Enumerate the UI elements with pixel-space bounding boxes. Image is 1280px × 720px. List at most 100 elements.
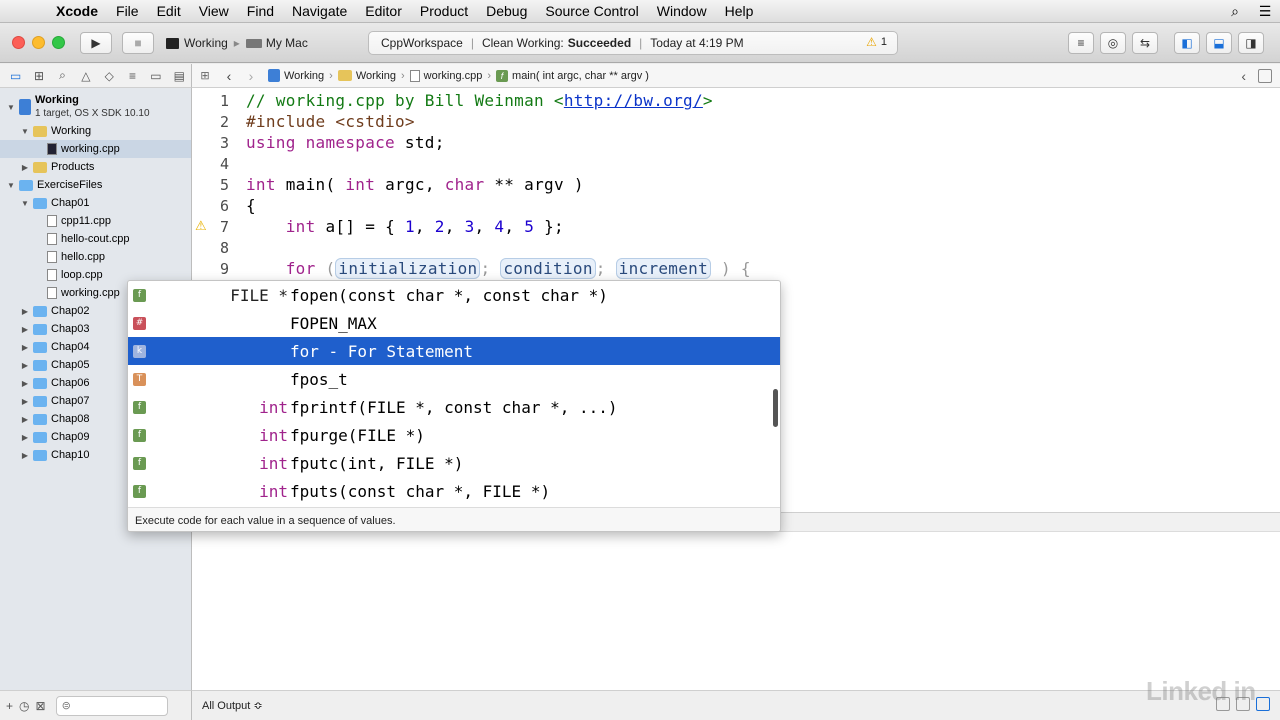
- spotlight-search-icon[interactable]: ⌕: [1220, 3, 1250, 20]
- completion-name: fprintf(FILE *, const char *, ...): [290, 397, 618, 417]
- forward-arrow-icon[interactable]: ›: [240, 68, 262, 84]
- debug-navigator-icon[interactable]: ≡: [121, 69, 144, 83]
- completion-item-fprintf[interactable]: f int fprintf(FILE *, const char *, ...): [128, 393, 780, 421]
- disclosure-open-icon[interactable]: ▼: [20, 199, 30, 208]
- completion-scrollbar[interactable]: [773, 389, 778, 427]
- completion-return-type: int: [259, 453, 288, 473]
- menu-view[interactable]: View: [190, 3, 238, 19]
- warning-icon: ⚠: [866, 35, 877, 49]
- output-selector[interactable]: All Output ≎: [202, 699, 263, 712]
- code-keyword: using namespace: [246, 133, 395, 152]
- jumpbar-group[interactable]: Working: [337, 70, 396, 82]
- version-editor-button[interactable]: ⇆: [1132, 32, 1158, 54]
- zoom-window-button[interactable]: [52, 36, 65, 49]
- related-items-icon[interactable]: ⊞: [192, 69, 218, 82]
- minimize-window-button[interactable]: [32, 36, 45, 49]
- completion-item-fputs[interactable]: f int fputs(const char *, FILE *): [128, 477, 780, 505]
- back-arrow-icon[interactable]: ‹: [218, 68, 240, 84]
- completion-item-fpos-t[interactable]: T fpos_t: [128, 365, 780, 393]
- toggle-utilities-button[interactable]: ◨: [1238, 32, 1264, 54]
- completion-return-type: int: [259, 397, 288, 417]
- code-url-link[interactable]: http://bw.org/: [564, 91, 703, 110]
- menu-edit[interactable]: Edit: [148, 3, 190, 19]
- completion-item-fputc[interactable]: f int fputc(int, FILE *): [128, 449, 780, 477]
- report-navigator-icon[interactable]: ▤: [168, 69, 191, 83]
- menu-app-name[interactable]: Xcode: [42, 3, 107, 19]
- disclosure-closed-icon[interactable]: ▶: [20, 433, 30, 442]
- disclosure-closed-icon[interactable]: ▶: [20, 163, 30, 172]
- tree-item-hello[interactable]: hello.cpp: [0, 248, 191, 266]
- cpp-file-icon: [47, 143, 57, 155]
- menu-editor[interactable]: Editor: [356, 3, 411, 19]
- symbol-navigator-icon[interactable]: ⊞: [27, 69, 50, 83]
- placeholder-initialization[interactable]: initialization: [335, 258, 481, 279]
- standard-editor-button[interactable]: ≡: [1068, 32, 1094, 54]
- debug-console-area[interactable]: [192, 532, 1280, 690]
- toggle-navigator-button[interactable]: ◧: [1174, 32, 1200, 54]
- project-root[interactable]: ▼ Working 1 target, OS X SDK 10.10: [0, 92, 191, 122]
- disclosure-closed-icon[interactable]: ▶: [20, 379, 30, 388]
- activity-status-prefix: Clean Working:: [481, 36, 564, 50]
- navigator-filter-field[interactable]: ⊜: [55, 695, 168, 716]
- tree-item-exercisefiles[interactable]: ▼ ExerciseFiles: [0, 176, 191, 194]
- menu-help[interactable]: Help: [716, 3, 763, 19]
- disclosure-open-icon[interactable]: ▼: [20, 127, 30, 136]
- toggle-debug-area-button[interactable]: ⬓: [1206, 32, 1232, 54]
- completion-item-fopen-max[interactable]: # FOPEN_MAX: [128, 309, 780, 337]
- disclosure-closed-icon[interactable]: ▶: [20, 415, 30, 424]
- run-button[interactable]: ▶: [80, 32, 112, 54]
- editor-layout-icon[interactable]: [1258, 69, 1272, 83]
- stop-button[interactable]: ■: [122, 32, 154, 54]
- menu-navigate[interactable]: Navigate: [283, 3, 356, 19]
- issue-navigator-icon[interactable]: △: [74, 69, 97, 83]
- menu-source-control[interactable]: Source Control: [536, 3, 647, 19]
- disclosure-open-icon[interactable]: ▼: [6, 103, 16, 112]
- menu-debug[interactable]: Debug: [477, 3, 536, 19]
- test-navigator-icon[interactable]: ◇: [98, 69, 121, 83]
- jumpbar-file[interactable]: working.cpp: [409, 69, 482, 82]
- breakpoint-navigator-icon[interactable]: ▭: [144, 69, 167, 83]
- tree-item-chap01[interactable]: ▼ Chap01: [0, 194, 191, 212]
- tree-item-working-cpp-selected[interactable]: working.cpp: [0, 140, 191, 158]
- jumpbar-project[interactable]: Working: [268, 69, 324, 82]
- disclosure-closed-icon[interactable]: ▶: [20, 397, 30, 406]
- warning-indicator[interactable]: ⚠ 1: [866, 35, 887, 49]
- console-pane-icon[interactable]: [1256, 697, 1270, 711]
- disclosure-closed-icon[interactable]: ▶: [20, 343, 30, 352]
- assistant-editor-button[interactable]: ◎: [1100, 32, 1126, 54]
- add-icon[interactable]: +: [6, 699, 13, 713]
- completion-item-fpurge[interactable]: f int fpurge(FILE *): [128, 421, 780, 449]
- scm-status-icon[interactable]: ⊠: [36, 699, 46, 713]
- close-window-button[interactable]: [12, 36, 25, 49]
- code-completion-popup[interactable]: f FILE * fopen(const char *, const char …: [127, 280, 781, 532]
- recent-files-icon[interactable]: ◷: [19, 699, 29, 713]
- menu-file[interactable]: File: [107, 3, 148, 19]
- jumpbar-symbol[interactable]: f main( int argc, char ** argv ): [496, 69, 649, 82]
- navigator-selector-bar: ▭ ⊞ ⌕ △ ◇ ≡ ▭ ▤: [0, 64, 192, 88]
- project-navigator-icon[interactable]: ▭: [4, 69, 27, 83]
- disclosure-closed-icon[interactable]: ▶: [20, 361, 30, 370]
- tree-item-hello-cout[interactable]: hello-cout.cpp: [0, 230, 191, 248]
- disclosure-closed-icon[interactable]: ▶: [20, 325, 30, 334]
- folder-icon: [33, 395, 47, 407]
- find-navigator-icon[interactable]: ⌕: [51, 68, 74, 83]
- previous-issue-icon[interactable]: ‹: [1241, 68, 1246, 84]
- menu-product[interactable]: Product: [411, 3, 477, 19]
- menu-find[interactable]: Find: [238, 3, 283, 19]
- scheme-selector[interactable]: Working ▸ My Mac: [166, 32, 326, 54]
- placeholder-increment[interactable]: increment: [615, 258, 712, 279]
- tree-item-cpp11[interactable]: cpp11.cpp: [0, 212, 191, 230]
- disclosure-closed-icon[interactable]: ▶: [20, 451, 30, 460]
- tree-item-label: working.cpp: [61, 143, 120, 155]
- project-subtitle: 1 target, OS X SDK 10.10: [35, 108, 150, 119]
- placeholder-condition[interactable]: condition: [500, 258, 596, 279]
- completion-item-for-statement[interactable]: k for - For Statement: [128, 337, 780, 365]
- disclosure-closed-icon[interactable]: ▶: [20, 307, 30, 316]
- menu-window[interactable]: Window: [648, 3, 716, 19]
- tree-item-products[interactable]: ▶ Products: [0, 158, 191, 176]
- tree-item-working-group[interactable]: ▼ Working: [0, 122, 191, 140]
- disclosure-open-icon[interactable]: ▼: [6, 181, 16, 190]
- completion-item-fopen[interactable]: f FILE * fopen(const char *, const char …: [128, 281, 780, 309]
- utilities-pane-icon: ◨: [1245, 36, 1257, 50]
- notification-center-icon[interactable]: ☰: [1250, 3, 1280, 20]
